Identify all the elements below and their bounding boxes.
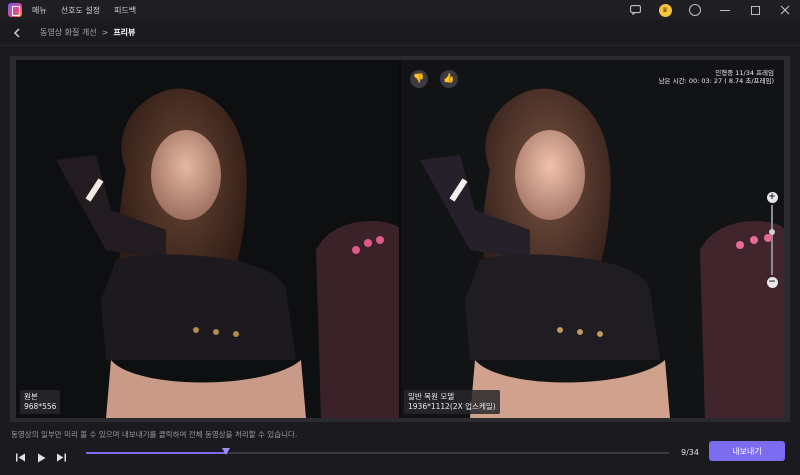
- preview-stage: 원본 968*556 👎 👍 인형중 11/34 프레임 남은 시간: 00: …: [10, 56, 790, 422]
- prev-frame-icon: [16, 453, 25, 462]
- original-title: 원본: [24, 392, 38, 401]
- preview-notice: 동영상의 일부만 미리 볼 수 있으며 내보내기를 클릭하여 전체 동영상을 처…: [11, 430, 298, 439]
- minimize-icon[interactable]: [710, 0, 740, 20]
- thumbs-up-button[interactable]: 👍: [440, 70, 458, 88]
- thumbs-down-button[interactable]: 👎: [410, 70, 428, 88]
- nav-bar: 동영상 화질 개선 > 프리뷰: [0, 20, 800, 46]
- zoom-knob[interactable]: [769, 228, 775, 235]
- avatar: [689, 4, 701, 16]
- maximize-icon[interactable]: [740, 0, 770, 20]
- enhanced-label: 일반 복원 모델 1936*1112(2X 업스케일): [404, 390, 500, 414]
- chevron-left-icon: [13, 27, 20, 38]
- enhanced-frame-image: [400, 60, 784, 418]
- thumbs-down-icon: 👎: [413, 74, 425, 84]
- frame-progress-text: 인형중 11/34 프레임: [715, 69, 774, 77]
- breadcrumb-current: 프리뷰: [113, 28, 136, 37]
- menu-item-preferences[interactable]: 선호도 설정: [61, 5, 100, 16]
- maximize-glyph: [750, 5, 760, 15]
- player-controls: 9/34 내보내기: [0, 440, 800, 475]
- zoom-slider[interactable]: + −: [766, 192, 778, 288]
- zoom-track[interactable]: [769, 205, 775, 275]
- thumbs-up-icon: 👍: [443, 74, 455, 84]
- frame-counter: 9/34: [681, 448, 699, 457]
- next-frame-icon: [57, 453, 66, 462]
- play-icon: [37, 453, 45, 462]
- chat-icon[interactable]: [620, 0, 650, 20]
- original-resolution: 968*556: [24, 402, 57, 411]
- original-frame-image: [16, 60, 400, 418]
- original-preview: 원본 968*556: [16, 60, 400, 418]
- close-icon[interactable]: [770, 0, 800, 20]
- enhanced-preview: 👎 👍 인형중 11/34 프레임 남은 시간: 00: 03: 27 ( 8.…: [400, 60, 784, 418]
- breadcrumb-separator: >: [101, 28, 109, 37]
- enhanced-resolution: 1936*1112(2X 업스케일): [408, 402, 496, 411]
- back-button[interactable]: [10, 26, 24, 40]
- prev-frame-button[interactable]: [14, 451, 28, 465]
- crown-icon[interactable]: ♛: [650, 0, 680, 20]
- time-remaining-text: 남은 시간: 00: 03: 27 ( 8.74 초/프레임): [658, 77, 774, 85]
- enhanced-title: 일반 복원 모델: [408, 392, 455, 401]
- premium-badge: ♛: [658, 3, 672, 17]
- menu-item-feedback[interactable]: 피드백: [114, 5, 136, 16]
- user-icon[interactable]: [680, 0, 710, 20]
- export-button[interactable]: 내보내기: [709, 441, 785, 461]
- timeline-progress: [86, 452, 226, 454]
- timeline[interactable]: [86, 448, 669, 455]
- menu-item-menu[interactable]: 메뉴: [32, 5, 47, 16]
- processing-info: 인형중 11/34 프레임 남은 시간: 00: 03: 27 ( 8.74 초…: [659, 69, 774, 85]
- breadcrumb-parent[interactable]: 동영상 화질 개선: [40, 27, 97, 38]
- original-label: 원본 968*556: [20, 390, 61, 414]
- app-logo-icon: [8, 3, 22, 17]
- minimize-glyph: [720, 9, 730, 11]
- play-button[interactable]: [34, 451, 48, 465]
- zoom-out-button[interactable]: −: [766, 277, 778, 288]
- title-bar: 메뉴 선호도 설정 피드백 ♛: [0, 0, 800, 20]
- split-divider[interactable]: [399, 60, 401, 418]
- timeline-handle[interactable]: [221, 448, 230, 455]
- next-frame-button[interactable]: [54, 451, 68, 465]
- zoom-in-button[interactable]: +: [766, 192, 778, 203]
